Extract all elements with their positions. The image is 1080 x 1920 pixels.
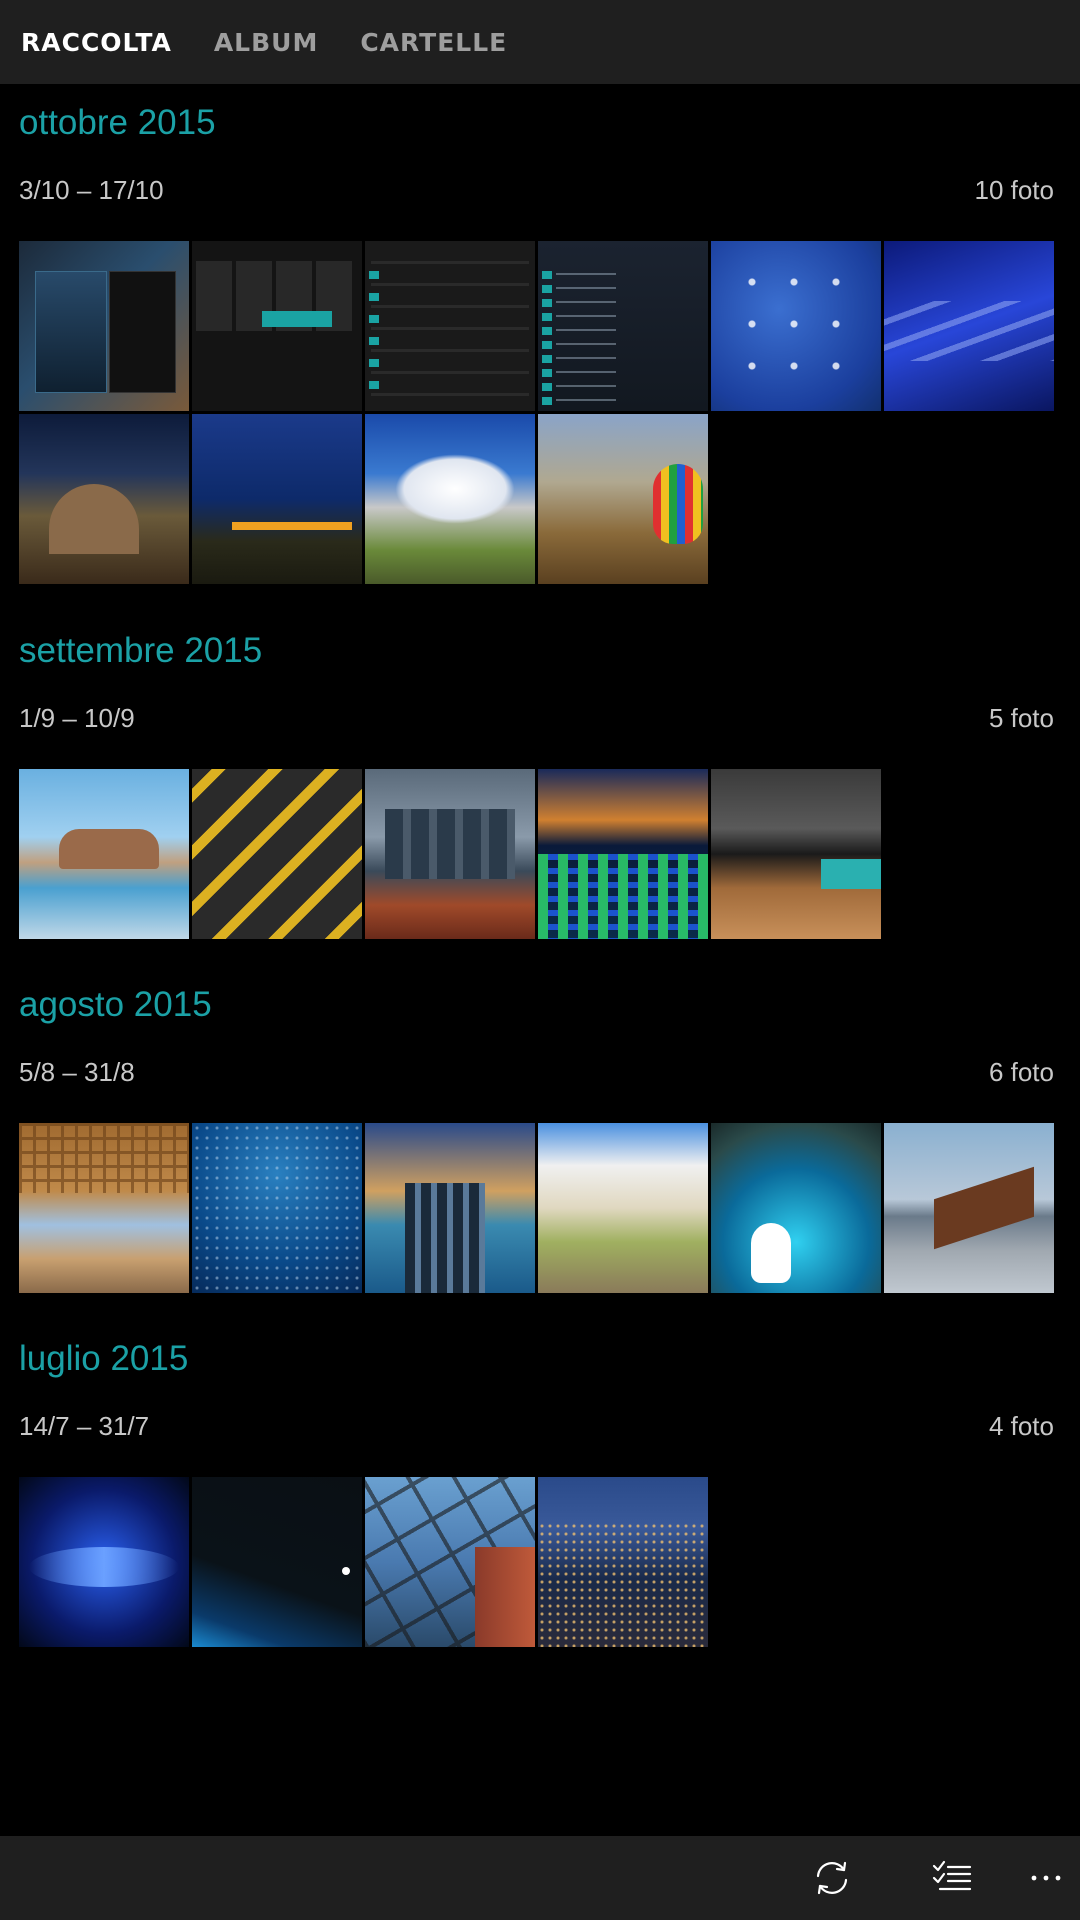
photo-thumbnail[interactable] [538, 769, 708, 939]
photo-thumbnail[interactable] [538, 241, 708, 411]
photo-thumbnail[interactable] [711, 241, 881, 411]
photo-thumbnail[interactable] [884, 241, 1054, 411]
photo-thumbnail[interactable] [884, 1123, 1054, 1293]
photo-thumbnail[interactable] [365, 241, 535, 411]
photo-count: 4 foto [988, 1411, 1054, 1441]
more-icon [1031, 1875, 1061, 1881]
select-button[interactable] [892, 1836, 1012, 1920]
photo-thumbnail[interactable] [192, 769, 362, 939]
photo-thumbnail[interactable] [538, 1477, 708, 1647]
section-october-2015: ottobre 2015 3/10 – 17/10 10 foto [0, 102, 1080, 584]
photo-grid [19, 1123, 1059, 1293]
sync-icon [816, 1861, 848, 1895]
photo-grid [19, 1477, 1059, 1647]
pivot-header: RACCOLTA ALBUM CARTELLE [0, 0, 1080, 84]
photo-thumbnail[interactable] [365, 769, 535, 939]
photo-grid [19, 769, 1059, 939]
photo-thumbnail[interactable] [192, 241, 362, 411]
photo-grid [19, 241, 1059, 584]
photo-thumbnail[interactable] [19, 414, 189, 584]
collection-content[interactable]: ottobre 2015 3/10 – 17/10 10 foto settem… [0, 84, 1080, 1836]
month-header[interactable]: settembre 2015 [19, 630, 262, 672]
section-september-2015: settembre 2015 1/9 – 10/9 5 foto [0, 630, 1080, 950]
bottom-app-bar [0, 1836, 1080, 1920]
month-header[interactable]: agosto 2015 [19, 984, 212, 1026]
photo-thumbnail[interactable] [365, 1477, 535, 1647]
tab-cartelle[interactable]: CARTELLE [360, 28, 507, 57]
tab-album[interactable]: ALBUM [214, 28, 319, 57]
date-range: 3/10 – 17/10 [19, 175, 164, 205]
photo-count: 10 foto [974, 175, 1054, 205]
photo-count: 5 foto [988, 703, 1054, 733]
tab-raccolta[interactable]: RACCOLTA [21, 28, 172, 57]
month-header[interactable]: luglio 2015 [19, 1338, 188, 1380]
photo-thumbnail[interactable] [538, 414, 708, 584]
photo-thumbnail[interactable] [19, 1123, 189, 1293]
photo-thumbnail[interactable] [365, 414, 535, 584]
photo-thumbnail[interactable] [192, 414, 362, 584]
select-icon [932, 1860, 972, 1891]
date-range: 1/9 – 10/9 [19, 703, 135, 733]
photo-thumbnail[interactable] [538, 1123, 708, 1293]
photo-count: 6 foto [988, 1057, 1054, 1087]
photo-thumbnail[interactable] [711, 1123, 881, 1293]
section-august-2015: agosto 2015 5/8 – 31/8 6 foto [0, 984, 1080, 1304]
photo-thumbnail[interactable] [711, 769, 881, 939]
photo-thumbnail[interactable] [19, 1477, 189, 1647]
date-range: 5/8 – 31/8 [19, 1057, 135, 1087]
photo-thumbnail[interactable] [192, 1477, 362, 1647]
photos-app: RACCOLTA ALBUM CARTELLE ottobre 2015 3/1… [0, 0, 1080, 1920]
section-july-2015: luglio 2015 14/7 – 31/7 4 foto [0, 1338, 1080, 1658]
photo-thumbnail[interactable] [365, 1123, 535, 1293]
photo-thumbnail[interactable] [19, 241, 189, 411]
month-header[interactable]: ottobre 2015 [19, 102, 216, 144]
photo-thumbnail[interactable] [192, 1123, 362, 1293]
date-range: 14/7 – 31/7 [19, 1411, 150, 1441]
photo-thumbnail[interactable] [19, 769, 189, 939]
sync-button[interactable] [772, 1836, 892, 1920]
more-button[interactable] [1012, 1836, 1080, 1920]
